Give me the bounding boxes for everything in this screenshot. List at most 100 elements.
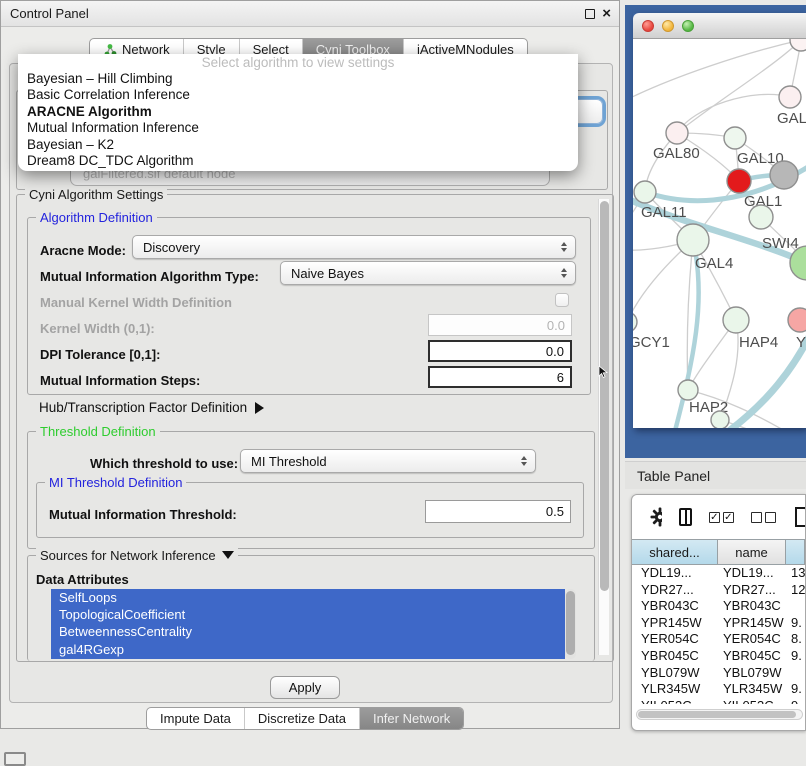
table-row[interactable]: YDR27...YDR27...12 — [632, 582, 805, 599]
column-header-name[interactable]: name — [718, 539, 786, 565]
table-row[interactable]: YBR043CYBR043C — [632, 598, 805, 615]
table-cell[interactable]: YDL19... — [718, 565, 786, 582]
network-node[interactable] — [790, 39, 806, 51]
split-columns-icon[interactable] — [679, 508, 692, 526]
table-cell[interactable]: YBR043C — [632, 598, 718, 615]
table-row[interactable]: YIL053CYIL053C9 — [632, 698, 805, 704]
column-header-partial[interactable] — [786, 539, 805, 565]
table-cell[interactable]: YIL053C — [718, 698, 786, 704]
table-hscrollbar[interactable] — [636, 709, 803, 720]
table-row[interactable]: YBL079WYBL079W — [632, 665, 805, 682]
kernel-width-field[interactable]: 0.0 — [428, 314, 572, 336]
table-cell[interactable]: 8. — [786, 631, 805, 648]
mi-threshold-field[interactable]: 0.5 — [425, 500, 571, 523]
network-node[interactable] — [633, 312, 637, 332]
table-cell[interactable]: 9 — [786, 698, 805, 704]
network-node[interactable] — [723, 307, 749, 333]
table-cell[interactable]: YER054C — [632, 631, 718, 648]
table-row[interactable]: YBR045CYBR045C9. — [632, 648, 805, 665]
sources-group-title[interactable]: Sources for Network Inference — [36, 548, 238, 563]
settings-scrollbar[interactable] — [598, 199, 609, 655]
manual-kernel-checkbox[interactable] — [555, 293, 569, 307]
table-cell[interactable] — [786, 665, 805, 682]
table-cell[interactable]: YLR345W — [718, 681, 786, 698]
list-item[interactable]: gal4RGexp — [51, 641, 565, 658]
network-node[interactable] — [724, 127, 746, 149]
table-cell[interactable]: YDR27... — [718, 582, 786, 599]
gear-icon[interactable] — [650, 507, 662, 527]
table-cell[interactable]: YBR045C — [718, 648, 786, 665]
network-window-titlebar[interactable] — [633, 13, 806, 39]
table-cell[interactable]: YBR043C — [718, 598, 786, 615]
table-cell[interactable]: YBR045C — [632, 648, 718, 665]
list-scrollbar-thumb[interactable] — [566, 591, 575, 655]
network-node[interactable] — [666, 122, 688, 144]
minimize-traffic-light-icon[interactable] — [662, 20, 674, 32]
deselect-all-checkboxes-icon[interactable] — [751, 512, 776, 523]
table-cell[interactable]: YDR27... — [632, 582, 718, 599]
table-row[interactable]: YLR345WYLR345W9. — [632, 681, 805, 698]
table-cell[interactable]: YBL079W — [632, 665, 718, 682]
close-traffic-light-icon[interactable] — [642, 20, 654, 32]
table-cell[interactable]: YLR345W — [632, 681, 718, 698]
dpi-tolerance-field[interactable]: 0.0 — [428, 340, 572, 362]
network-node[interactable] — [678, 380, 698, 400]
tab-impute-data[interactable]: Impute Data — [147, 708, 244, 729]
network-node[interactable] — [788, 308, 806, 332]
aracne-mode-combobox[interactable]: Discovery — [132, 235, 576, 259]
table-cell[interactable]: 9. — [786, 615, 805, 632]
data-attributes-list[interactable]: SelfLoops TopologicalCoefficient Between… — [51, 589, 565, 659]
table-cell[interactable]: YIL053C — [632, 698, 718, 704]
table-cell[interactable]: 12 — [786, 582, 805, 599]
table-cell[interactable]: 13 — [786, 565, 805, 582]
table-cell[interactable]: YBL079W — [718, 665, 786, 682]
table-cell[interactable]: 9. — [786, 681, 805, 698]
network-node[interactable] — [677, 224, 709, 256]
dropdown-item[interactable]: Mutual Information Inference — [18, 120, 578, 136]
mi-type-combobox[interactable]: Naive Bayes — [280, 261, 576, 285]
hub-definition-toggle[interactable]: Hub/Transcription Factor Definition — [39, 400, 264, 415]
network-node[interactable] — [779, 86, 801, 108]
dropdown-item-selected[interactable]: ARACNE Algorithm — [18, 104, 578, 120]
table-cell[interactable]: YPR145W — [632, 615, 718, 632]
network-node[interactable] — [634, 181, 656, 203]
column-header-shared-name[interactable]: shared... — [632, 539, 718, 565]
table-cell[interactable]: YPR145W — [718, 615, 786, 632]
close-icon[interactable]: × — [602, 9, 611, 19]
which-threshold-combobox[interactable]: MI Threshold — [240, 449, 536, 473]
float-window-icon[interactable] — [585, 9, 595, 19]
network-node[interactable] — [749, 205, 773, 229]
table-hscrollbar-thumb[interactable] — [638, 711, 796, 718]
tab-infer-network[interactable]: Infer Network — [359, 708, 463, 729]
expanded-arrow-icon — [222, 551, 234, 559]
table-row[interactable]: YPR145WYPR145W9. — [632, 615, 805, 632]
table-row[interactable]: YER054CYER054C8. — [632, 631, 805, 648]
tab-discretize-data[interactable]: Discretize Data — [244, 708, 359, 729]
list-scrollbar[interactable] — [565, 589, 576, 659]
floating-panel-icon[interactable] — [4, 752, 26, 766]
dropdown-item[interactable]: Basic Correlation Inference — [18, 87, 578, 103]
table-rows[interactable]: YDL19...YDL19...13YDR27...YDR27...12YBR0… — [632, 565, 805, 704]
export-table-icon[interactable] — [793, 506, 805, 528]
network-node[interactable] — [727, 169, 751, 193]
table-cell[interactable]: YDL19... — [632, 565, 718, 582]
mi-steps-field[interactable]: 6 — [428, 366, 572, 388]
table-cell[interactable]: YER054C — [718, 631, 786, 648]
dropdown-item[interactable]: Dream8 DC_TDC Algorithm — [18, 153, 578, 169]
network-canvas[interactable]: GALGAL80GAL10GAL1GAL11SWI4GAL4GCY1HAP4YH… — [633, 39, 806, 428]
select-all-checkboxes-icon[interactable]: ✓✓ — [709, 512, 734, 523]
network-node[interactable] — [711, 411, 729, 428]
table-cell[interactable] — [786, 598, 805, 615]
list-item[interactable]: BetweennessCentrality — [51, 623, 565, 640]
apply-button[interactable]: Apply — [270, 676, 340, 699]
dropdown-item[interactable]: Bayesian – K2 — [18, 137, 578, 153]
algorithm-definition-group: Algorithm Definition Aracne Mode: Discov… — [27, 217, 591, 395]
dropdown-item[interactable]: Bayesian – Hill Climbing — [18, 71, 578, 87]
table-row[interactable]: YDL19...YDL19...13 — [632, 565, 805, 582]
table-cell[interactable]: 9. — [786, 648, 805, 665]
settings-scrollbar-thumb[interactable] — [600, 201, 609, 591]
network-node[interactable] — [770, 161, 798, 189]
zoom-traffic-light-icon[interactable] — [682, 20, 694, 32]
list-item[interactable]: TopologicalCoefficient — [51, 606, 565, 623]
list-item[interactable]: SelfLoops — [51, 589, 565, 606]
